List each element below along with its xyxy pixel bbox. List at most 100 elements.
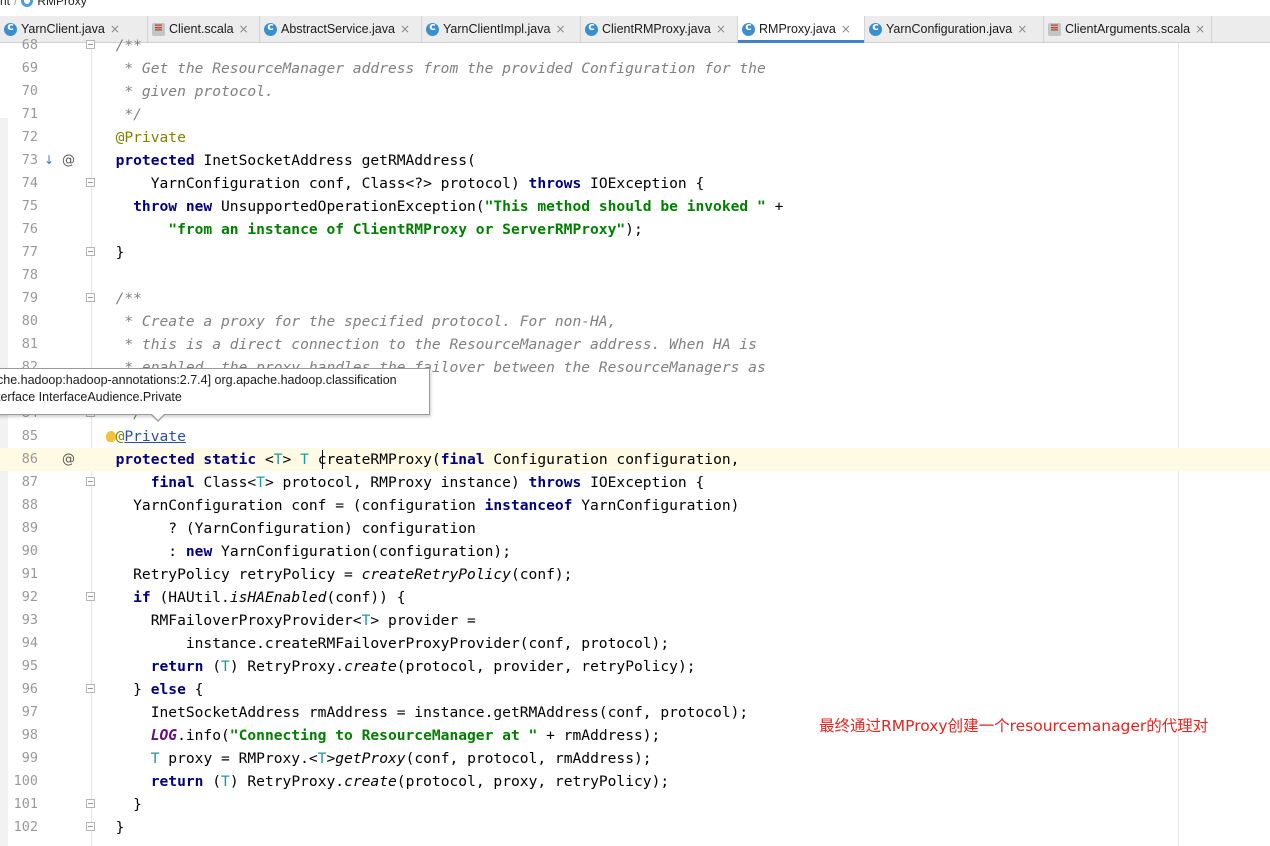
code-text[interactable]: } else { bbox=[98, 678, 203, 701]
code-line[interactable]: 85 @Private bbox=[0, 425, 1270, 448]
implemented-down-arrow-icon[interactable]: ↓ bbox=[44, 149, 54, 172]
code-text[interactable]: final Class<T> protocol, RMProxy instanc… bbox=[98, 471, 705, 494]
code-text[interactable]: return (T) RetryProxy.create(protocol, p… bbox=[98, 770, 669, 793]
line-number[interactable]: 77 bbox=[0, 241, 38, 264]
code-text[interactable]: RMFailoverProxyProvider<T> provider = bbox=[98, 609, 476, 632]
code-line[interactable]: 94 instance.createRMFailoverProxyProvide… bbox=[0, 632, 1270, 655]
code-line[interactable]: 78 bbox=[0, 264, 1270, 287]
code-line[interactable]: 74 YarnConfiguration conf, Class<?> prot… bbox=[0, 172, 1270, 195]
line-number[interactable]: 69 bbox=[0, 57, 38, 80]
code-text[interactable]: instance.createRMFailoverProxyProvider(c… bbox=[98, 632, 669, 655]
code-text[interactable]: protected static <T> T createRMProxy(fin… bbox=[98, 448, 740, 471]
code-text[interactable]: YarnConfiguration conf, Class<?> protoco… bbox=[98, 172, 705, 195]
code-text[interactable]: } bbox=[98, 816, 125, 839]
line-number[interactable]: 87 bbox=[0, 471, 38, 494]
code-line[interactable]: 99 T proxy = RMProxy.<T>getProxy(conf, p… bbox=[0, 747, 1270, 770]
code-line[interactable]: 77 } bbox=[0, 241, 1270, 264]
code-text[interactable]: protected InetSocketAddress getRMAddress… bbox=[98, 149, 476, 172]
code-line[interactable]: 69 * Get the ResourceManager address fro… bbox=[0, 57, 1270, 80]
code-text[interactable]: LOG.info("Connecting to ResourceManager … bbox=[98, 724, 661, 747]
line-number[interactable]: 88 bbox=[0, 494, 38, 517]
code-line[interactable]: 96 } else { bbox=[0, 678, 1270, 701]
line-number[interactable]: 74 bbox=[0, 172, 38, 195]
line-number[interactable]: 98 bbox=[0, 724, 38, 747]
fold-toggle-icon[interactable] bbox=[86, 592, 95, 601]
code-line[interactable]: 93 RMFailoverProxyProvider<T> provider = bbox=[0, 609, 1270, 632]
code-text[interactable]: YarnConfiguration conf = (configuration … bbox=[98, 494, 739, 517]
fold-toggle-icon[interactable] bbox=[86, 799, 95, 808]
line-number[interactable]: 94 bbox=[0, 632, 38, 655]
code-line[interactable]: 79 /** bbox=[0, 287, 1270, 310]
code-line[interactable]: 72 @Private bbox=[0, 126, 1270, 149]
code-line[interactable]: 86 @ protected static <T> T createRMProxy… bbox=[0, 448, 1270, 471]
code-text[interactable]: InetSocketAddress rmAddress = instance.g… bbox=[98, 701, 748, 724]
code-line[interactable]: 89 ? (YarnConfiguration) configuration bbox=[0, 517, 1270, 540]
code-line[interactable]: 70 * given protocol. bbox=[0, 80, 1270, 103]
fold-toggle-icon[interactable] bbox=[86, 247, 95, 256]
code-text[interactable]: } bbox=[98, 241, 125, 264]
line-number[interactable]: 89 bbox=[0, 517, 38, 540]
line-number[interactable]: 70 bbox=[0, 80, 38, 103]
line-number[interactable]: 90 bbox=[0, 540, 38, 563]
line-number[interactable]: 78 bbox=[0, 264, 38, 287]
code-text[interactable]: @Private bbox=[98, 126, 186, 149]
annotation-gutter-icon[interactable]: @ bbox=[62, 149, 75, 172]
code-line[interactable]: 87 final Class<T> protocol, RMProxy inst… bbox=[0, 471, 1270, 494]
fold-toggle-icon[interactable] bbox=[86, 684, 95, 693]
breadcrumb-current[interactable]: RMProxy bbox=[37, 0, 86, 8]
code-line[interactable]: 92 if (HAUtil.isHAEnabled(conf)) { bbox=[0, 586, 1270, 609]
annotation-gutter-icon[interactable]: @ bbox=[62, 448, 75, 471]
code-line[interactable]: 101 } bbox=[0, 793, 1270, 816]
code-text[interactable]: if (HAUtil.isHAEnabled(conf)) { bbox=[98, 586, 405, 609]
line-number[interactable]: 100 bbox=[0, 770, 38, 793]
line-number[interactable]: 71 bbox=[0, 103, 38, 126]
code-line[interactable]: 75 throw new UnsupportedOperationExcepti… bbox=[0, 195, 1270, 218]
line-number[interactable]: 80 bbox=[0, 310, 38, 333]
code-line[interactable]: 102 } bbox=[0, 816, 1270, 839]
code-text[interactable]: "from an instance of ClientRMProxy or Se… bbox=[98, 218, 642, 241]
code-text[interactable]: * this is a direct connection to the Res… bbox=[98, 333, 757, 356]
fold-toggle-icon[interactable] bbox=[86, 293, 95, 302]
code-line[interactable]: 80 * Create a proxy for the specified pr… bbox=[0, 310, 1270, 333]
code-text[interactable]: T proxy = RMProxy.<T>getProxy(conf, prot… bbox=[98, 747, 652, 770]
code-line[interactable]: 76 "from an instance of ClientRMProxy or… bbox=[0, 218, 1270, 241]
code-text[interactable]: ? (YarnConfiguration) configuration bbox=[98, 517, 476, 540]
line-number[interactable]: 79 bbox=[0, 287, 38, 310]
code-text[interactable]: * Get the ResourceManager address from t… bbox=[98, 57, 765, 80]
line-number[interactable]: 91 bbox=[0, 563, 38, 586]
code-line[interactable]: 100 return (T) RetryProxy.create(protoco… bbox=[0, 770, 1270, 793]
code-text[interactable]: */ bbox=[98, 103, 142, 126]
line-number[interactable]: 85 bbox=[0, 425, 38, 448]
code-line[interactable]: 91 RetryPolicy retryPolicy = createRetry… bbox=[0, 563, 1270, 586]
line-number[interactable]: 97 bbox=[0, 701, 38, 724]
code-text[interactable]: return (T) RetryProxy.create(protocol, p… bbox=[98, 655, 696, 678]
line-number[interactable]: 99 bbox=[0, 747, 38, 770]
code-text[interactable]: @Private bbox=[98, 425, 186, 448]
fold-toggle-icon[interactable] bbox=[86, 40, 95, 49]
line-number[interactable]: 92 bbox=[0, 586, 38, 609]
fold-toggle-icon[interactable] bbox=[86, 477, 95, 486]
code-line[interactable]: 68 /** bbox=[0, 34, 1270, 57]
code-text[interactable]: RetryPolicy retryPolicy = createRetryPol… bbox=[98, 563, 572, 586]
fold-toggle-icon[interactable] bbox=[86, 822, 95, 831]
line-number[interactable]: 95 bbox=[0, 655, 38, 678]
line-number[interactable]: 72 bbox=[0, 126, 38, 149]
line-number[interactable]: 101 bbox=[0, 793, 38, 816]
line-number[interactable]: 75 bbox=[0, 195, 38, 218]
fold-toggle-icon[interactable] bbox=[86, 178, 95, 187]
code-text[interactable]: * Create a proxy for the specified proto… bbox=[98, 310, 616, 333]
line-number[interactable]: 102 bbox=[0, 816, 38, 839]
code-text[interactable]: * given protocol. bbox=[98, 80, 273, 103]
code-text[interactable]: /** bbox=[98, 34, 142, 57]
code-line[interactable]: 81 * this is a direct connection to the … bbox=[0, 333, 1270, 356]
code-text[interactable]: } bbox=[98, 793, 142, 816]
line-number[interactable]: 76 bbox=[0, 218, 38, 241]
line-number[interactable]: 68 bbox=[0, 34, 38, 57]
line-number[interactable]: 93 bbox=[0, 609, 38, 632]
code-line[interactable]: 71 */ bbox=[0, 103, 1270, 126]
code-text[interactable]: throw new UnsupportedOperationException(… bbox=[98, 195, 783, 218]
breadcrumb-prefix[interactable]: nt bbox=[0, 0, 10, 8]
code-line[interactable]: 88 YarnConfiguration conf = (configurati… bbox=[0, 494, 1270, 517]
code-text[interactable]: /** bbox=[98, 287, 142, 310]
line-number[interactable]: 86 bbox=[0, 448, 38, 471]
